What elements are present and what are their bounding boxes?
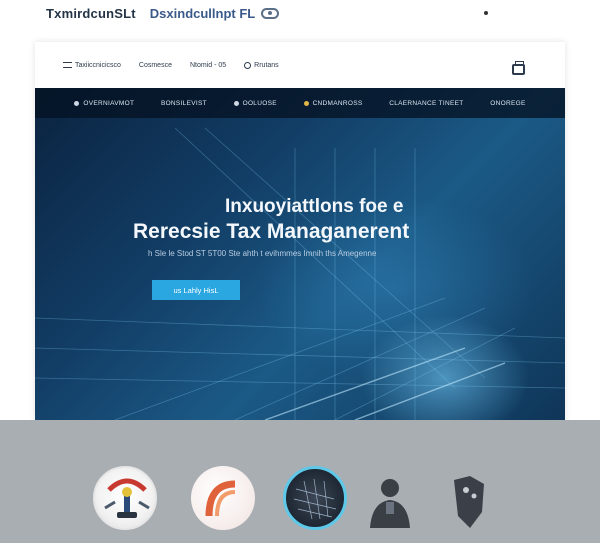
person-silhouette-image[interactable] xyxy=(362,472,416,530)
nav-item-commerce[interactable]: Cosmesce xyxy=(139,62,172,69)
secondary-nav: Taxiiccnicicsco Cosmesce Ntomid - 05 Rru… xyxy=(35,42,565,88)
nav-item-label: Taxiiccnicicsco xyxy=(75,61,121,69)
figure-silhouette-image[interactable] xyxy=(444,472,494,532)
website-card: Taxiiccnicicsco Cosmesce Ntomid - 05 Rru… xyxy=(35,42,565,420)
printer-icon[interactable] xyxy=(512,61,525,75)
figure-icon xyxy=(454,476,484,528)
arch-icon xyxy=(205,480,236,517)
hero-banner: OVERNIAVMOT BONSILEVIST OOLUOSE CNDMANRO… xyxy=(35,88,565,420)
nav-item-model[interactable]: Ntomid - 05 xyxy=(190,62,226,69)
person-icon xyxy=(370,479,410,528)
top-brand-bar: TxmirdcunSLt Dsxindcullnpt FL xyxy=(0,0,600,26)
hero-headline-line1: Inxuoyiattlons foe e xyxy=(225,196,404,217)
brand-tagline: Dsxindcullnpt FL xyxy=(149,5,256,21)
nav-item-returns[interactable]: Rrutans xyxy=(244,61,279,69)
menu-icon xyxy=(63,62,72,68)
nav-item-label: Cosmesce xyxy=(138,61,172,69)
feature-image-strip xyxy=(0,420,600,543)
hero-content: Inxuoyiattlons foe e Rerecsie Tax Managa… xyxy=(35,88,565,420)
robot-figure-icon xyxy=(104,478,150,518)
nav-item-label: Rrutans xyxy=(254,61,279,69)
nav-item-label: Ntomid - 05 xyxy=(189,61,227,69)
robot-figure-image[interactable] xyxy=(93,466,157,530)
mesh-icon xyxy=(293,478,337,520)
arch-shape-image[interactable] xyxy=(191,466,255,530)
hero-cta-button[interactable]: us Lahly HisL xyxy=(152,280,240,300)
hero-subtitle: h Sle le Stod ST 5T00 Ste ahth t evihmme… xyxy=(148,249,377,258)
mesh-network-image[interactable] xyxy=(283,466,347,530)
more-dot-icon[interactable] xyxy=(484,11,488,15)
brand-icon xyxy=(261,7,280,19)
hero-headline-line2: Rerecsie Tax Managanerent xyxy=(133,220,410,243)
brand-name[interactable]: TxmirdcunSLt xyxy=(46,6,136,21)
nav-item-home[interactable]: Taxiiccnicicsco xyxy=(63,62,121,69)
info-icon xyxy=(244,61,252,69)
